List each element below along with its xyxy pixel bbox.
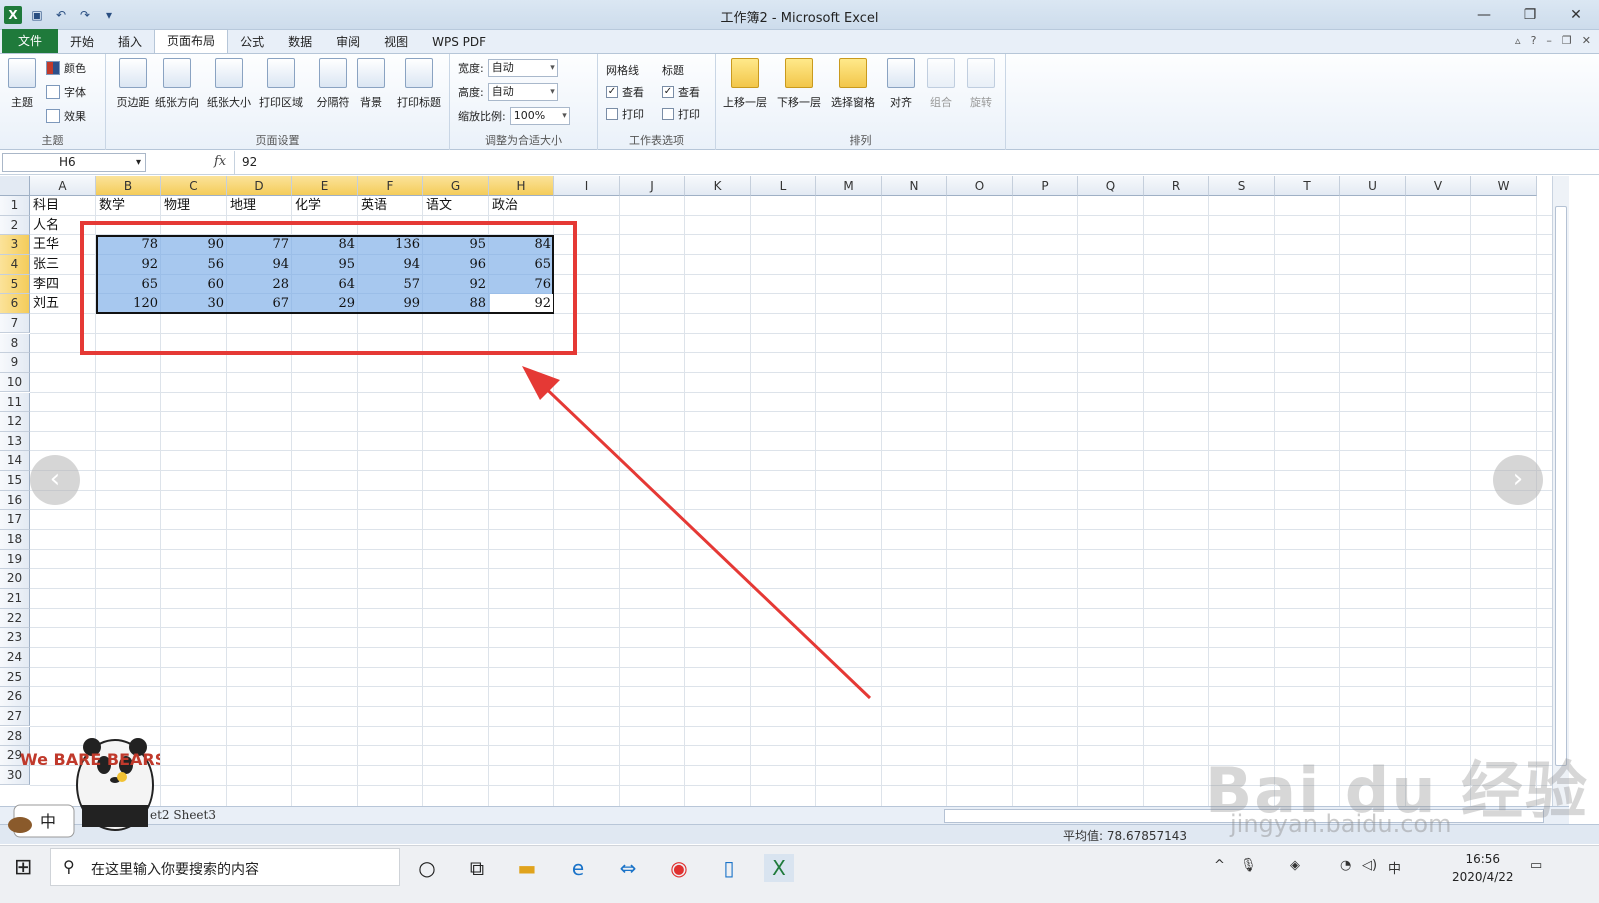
panda-sticker: We BARE BEARS 中 xyxy=(8,738,160,838)
watermark-url: jingyan.baidu.com xyxy=(1230,810,1452,838)
arrow-shaft xyxy=(533,376,872,700)
sticker-ime: 中 xyxy=(40,812,56,831)
sticker-text: We BARE BEARS xyxy=(20,750,160,769)
